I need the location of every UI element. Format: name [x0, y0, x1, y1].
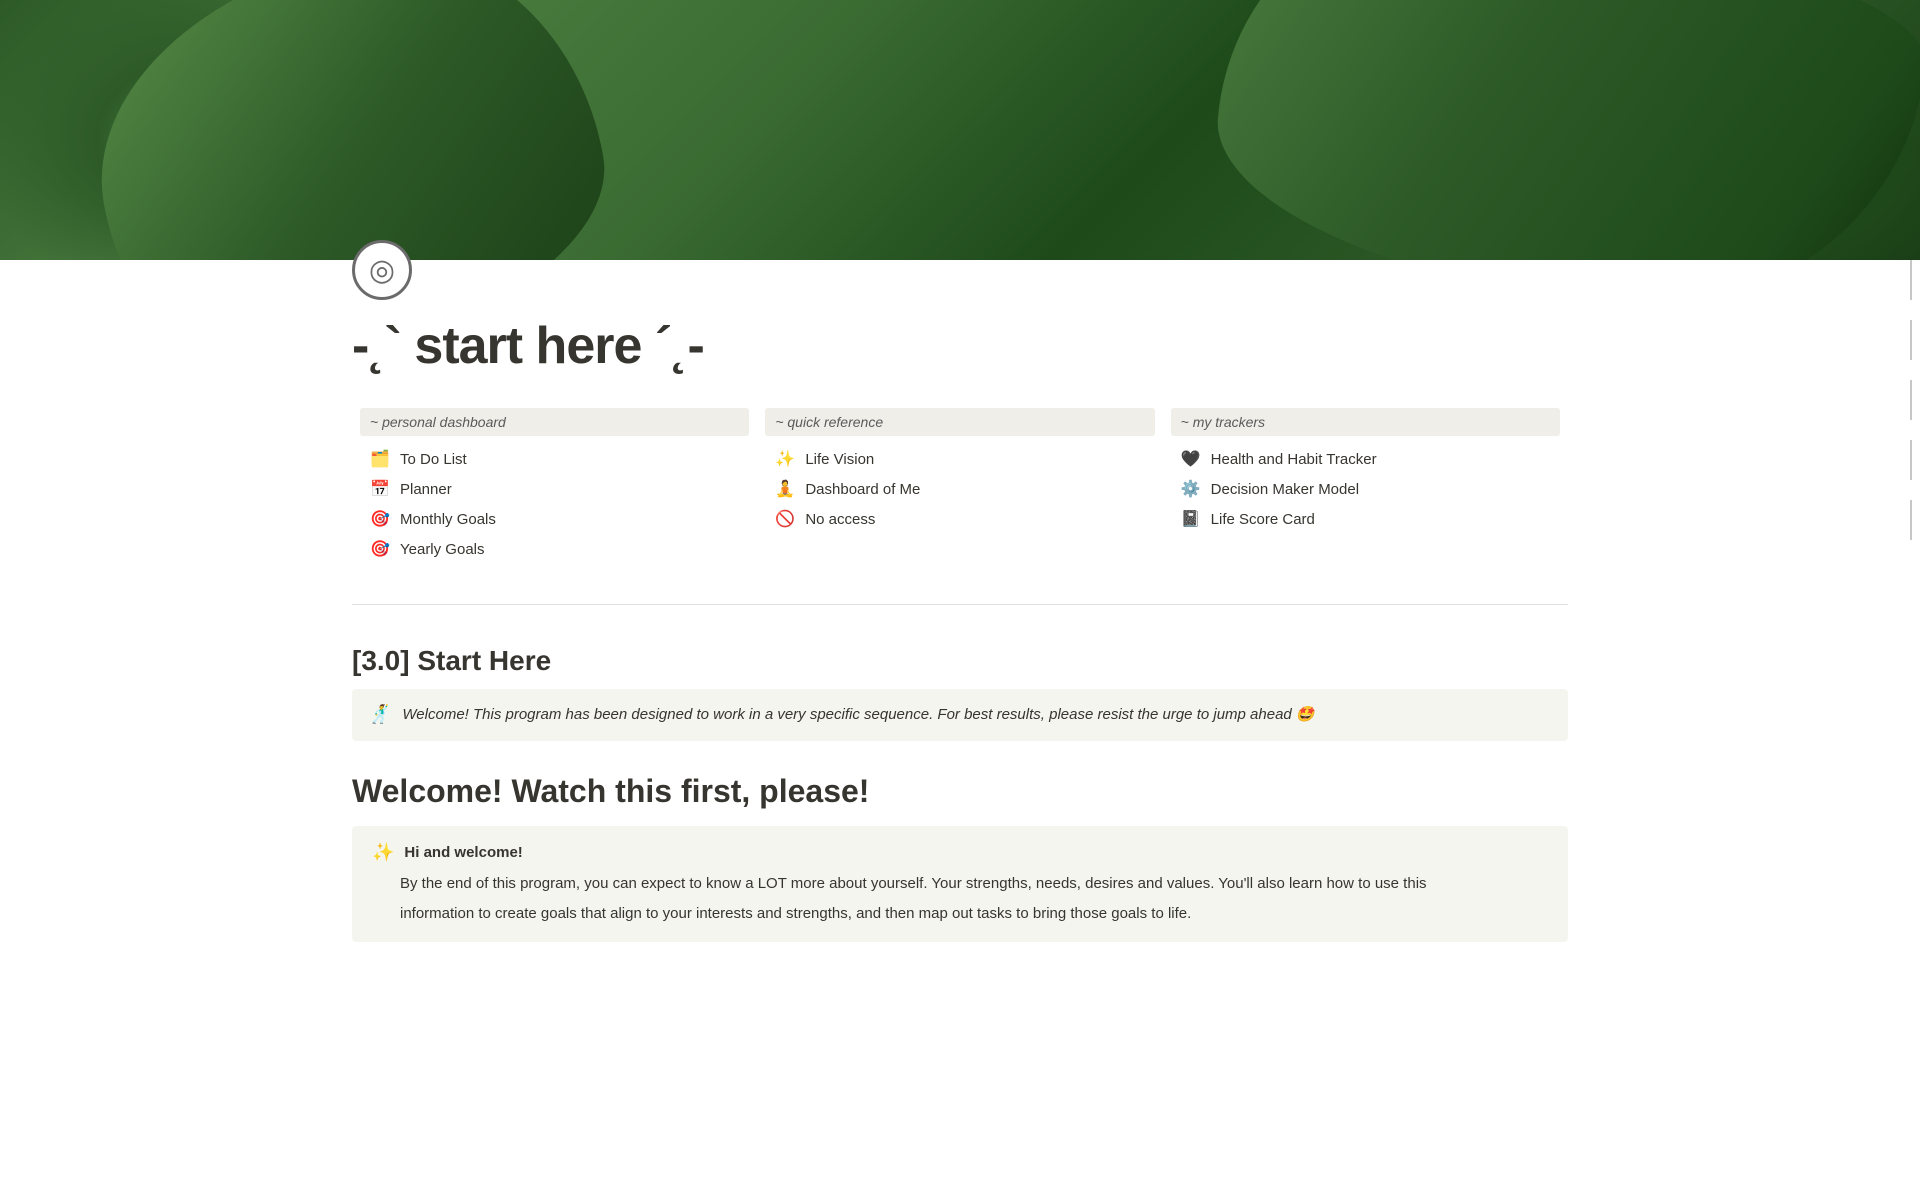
decision-maker-model-icon: ⚙️: [1181, 479, 1201, 499]
dashboard-of-me-item[interactable]: 🧘 Dashboard of Me: [765, 474, 1154, 504]
personal-dashboard-column: ~ personal dashboard 🗂️ To Do List 📅 Pla…: [352, 408, 757, 564]
my-trackers-header: ~ my trackers: [1171, 408, 1560, 436]
health-habit-tracker-label: Health and Habit Tracker: [1211, 451, 1377, 468]
welcome-callout-icon: ✨: [372, 842, 394, 863]
navigation-grid: ~ personal dashboard 🗂️ To Do List 📅 Pla…: [352, 408, 1568, 605]
yearly-goals-item[interactable]: 🎯 Yearly Goals: [360, 534, 749, 564]
start-here-callout: 🕺 Welcome! This program has been designe…: [352, 689, 1568, 741]
yearly-goals-icon: 🎯: [370, 539, 390, 559]
scrollbar-marker: [1910, 320, 1912, 360]
todo-list-label: To Do List: [400, 451, 467, 468]
my-trackers-column: ~ my trackers 🖤 Health and Habit Tracker…: [1163, 408, 1568, 564]
monthly-goals-label: Monthly Goals: [400, 511, 496, 528]
welcome-callout-body-2: information to create goals that align t…: [372, 901, 1548, 927]
start-here-callout-icon: 🕺: [368, 704, 390, 725]
monthly-goals-item[interactable]: 🎯 Monthly Goals: [360, 504, 749, 534]
life-score-card-item[interactable]: 📓 Life Score Card: [1171, 504, 1560, 534]
start-here-heading: [3.0] Start Here: [352, 645, 1568, 677]
life-vision-icon: ✨: [775, 449, 795, 469]
start-here-callout-text: Welcome! This program has been designed …: [402, 703, 1314, 727]
health-habit-tracker-icon: 🖤: [1181, 449, 1201, 469]
page-title: -˛` start here ´˛-: [352, 316, 1568, 376]
welcome-callout-header: ✨ Hi and welcome!: [372, 842, 1548, 863]
life-score-card-icon: 📓: [1181, 509, 1201, 529]
planner-label: Planner: [400, 481, 452, 498]
life-vision-label: Life Vision: [805, 451, 874, 468]
no-access-icon: 🚫: [775, 509, 795, 529]
life-vision-item[interactable]: ✨ Life Vision: [765, 444, 1154, 474]
page-icon: [352, 240, 412, 300]
scrollbar-marker: [1910, 500, 1912, 540]
page-content: -˛` start here ´˛- ~ personal dashboard …: [260, 240, 1660, 942]
leaf-decoration-1: [69, 0, 631, 260]
planner-icon: 📅: [370, 479, 390, 499]
scrollbar-track: [1914, 260, 1920, 660]
no-access-item[interactable]: 🚫 No access: [765, 504, 1154, 534]
personal-dashboard-header: ~ personal dashboard: [360, 408, 749, 436]
quick-reference-column: ~ quick reference ✨ Life Vision 🧘 Dashbo…: [757, 408, 1162, 564]
planner-item[interactable]: 📅 Planner: [360, 474, 749, 504]
dashboard-of-me-icon: 🧘: [775, 479, 795, 499]
scrollbar-marker: [1910, 380, 1912, 420]
life-score-card-label: Life Score Card: [1211, 511, 1315, 528]
dashboard-of-me-label: Dashboard of Me: [805, 481, 920, 498]
welcome-heading: Welcome! Watch this first, please!: [352, 773, 1568, 810]
welcome-callout: ✨ Hi and welcome! By the end of this pro…: [352, 826, 1568, 942]
scrollbar-marker: [1910, 260, 1912, 300]
health-habit-tracker-item[interactable]: 🖤 Health and Habit Tracker: [1171, 444, 1560, 474]
yearly-goals-label: Yearly Goals: [400, 541, 485, 558]
monthly-goals-icon: 🎯: [370, 509, 390, 529]
scrollbar-marker: [1910, 440, 1912, 480]
welcome-callout-body-1: By the end of this program, you can expe…: [372, 871, 1548, 897]
hero-banner: [0, 0, 1920, 260]
quick-reference-header: ~ quick reference: [765, 408, 1154, 436]
leaf-decoration-2: [1205, 0, 1920, 260]
welcome-callout-title: Hi and welcome!: [404, 844, 522, 861]
todo-list-icon: 🗂️: [370, 449, 390, 469]
decision-maker-model-item[interactable]: ⚙️ Decision Maker Model: [1171, 474, 1560, 504]
decision-maker-model-label: Decision Maker Model: [1211, 481, 1359, 498]
no-access-label: No access: [805, 511, 875, 528]
todo-list-item[interactable]: 🗂️ To Do List: [360, 444, 749, 474]
